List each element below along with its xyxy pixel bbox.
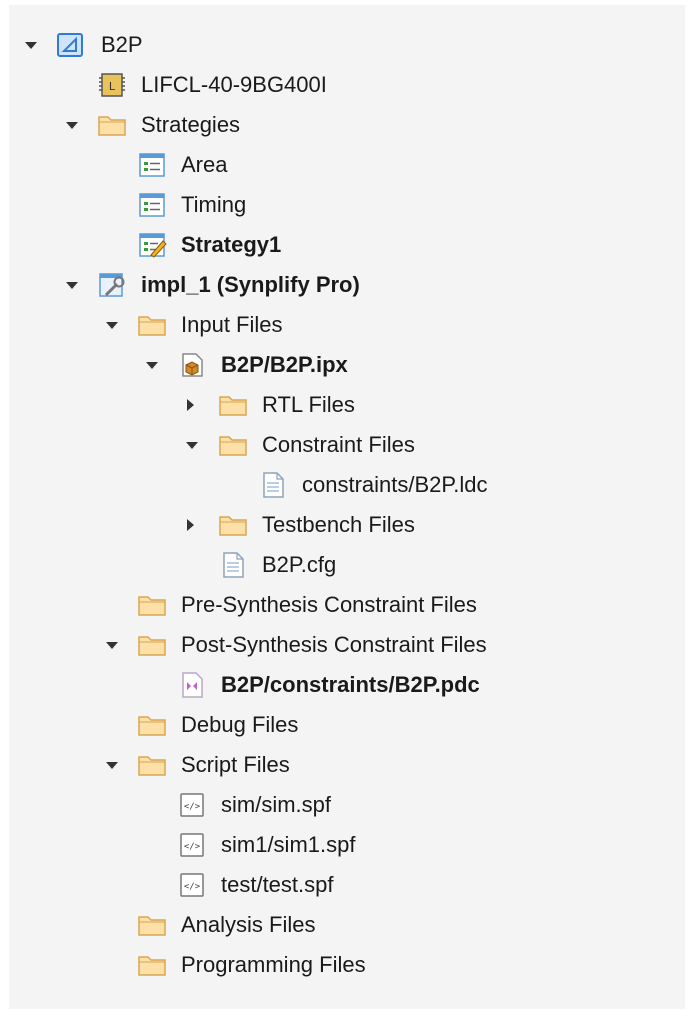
folder-icon [137, 712, 167, 738]
tree-item-label: Strategy1 [181, 232, 282, 257]
tree-item-input-files[interactable]: Input Files [0, 305, 691, 345]
pdc-file-icon [177, 672, 207, 698]
expand-arrow-icon[interactable] [102, 635, 122, 655]
tree-item-label: RTL Files [262, 392, 355, 417]
folder-icon [137, 592, 167, 618]
expand-arrow-icon[interactable] [62, 275, 82, 295]
tree-item-device[interactable]: LIFCL-40-9BG400I [0, 65, 691, 105]
tree-item-strategy-timing[interactable]: Timing [0, 185, 691, 225]
project-icon [55, 32, 85, 58]
tree-item-strategy-area[interactable]: Area [0, 145, 691, 185]
folder-icon [137, 912, 167, 938]
strategy-icon [137, 152, 167, 178]
tree-item-programming-files[interactable]: Programming Files [0, 945, 691, 985]
tree-item-label: test/test.spf [221, 872, 334, 897]
tree-item-label: Programming Files [181, 952, 366, 977]
tree-item-label: Testbench Files [262, 512, 415, 537]
tree-item-label: Strategies [141, 112, 241, 137]
tree-item-label: B2P.cfg [262, 552, 337, 577]
strategy-active-icon [137, 232, 167, 258]
tree-item-label: constraints/B2P.ldc [302, 472, 488, 497]
document-icon [258, 472, 288, 498]
tree-item-label: sim/sim.spf [221, 792, 331, 817]
tree-item-label: Constraint Files [262, 432, 415, 457]
tree-item-label: Script Files [181, 752, 290, 777]
folder-icon [137, 752, 167, 778]
document-icon [218, 552, 248, 578]
collapse-arrow-icon[interactable] [180, 515, 200, 535]
tree-item-script-files[interactable]: Script Files [0, 745, 691, 785]
tree-item-label: B2P [101, 32, 143, 57]
expand-arrow-icon[interactable] [182, 435, 202, 455]
tree-item-label: B2P/constraints/B2P.pdc [221, 672, 480, 697]
tree-item-label: Debug Files [181, 712, 299, 737]
tree-item-strategies[interactable]: Strategies [0, 105, 691, 145]
tree-item-label: Pre-Synthesis Constraint Files [181, 592, 477, 617]
folder-icon [218, 392, 248, 418]
tree-item-label: impl_1 (Synplify Pro) [141, 272, 360, 297]
tree-item-cfg[interactable]: B2P.cfg [0, 545, 691, 585]
tree-item-label: sim1/sim1.spf [221, 832, 356, 857]
chip-icon [97, 72, 127, 98]
folder-icon [137, 632, 167, 658]
tree-item-debug-files[interactable]: Debug Files [0, 705, 691, 745]
folder-icon [137, 952, 167, 978]
tree-item-ldc[interactable]: constraints/B2P.ldc [0, 465, 691, 505]
tree-item-test-spf[interactable]: test/test.spf [0, 865, 691, 905]
tree-item-constraint-files[interactable]: Constraint Files [0, 425, 691, 465]
tree-item-label: Area [181, 152, 228, 177]
tree-item-label: Post-Synthesis Constraint Files [181, 632, 487, 657]
tree-item-label: Timing [181, 192, 247, 217]
tree-item-label: Analysis Files [181, 912, 316, 937]
script-file-icon [177, 792, 207, 818]
folder-icon [97, 112, 127, 138]
implementation-icon [97, 272, 127, 298]
tree-item-pre-synthesis[interactable]: Pre-Synthesis Constraint Files [0, 585, 691, 625]
tree-item-sim1-spf[interactable]: sim1/sim1.spf [0, 825, 691, 865]
script-file-icon [177, 872, 207, 898]
ip-package-icon [177, 352, 207, 378]
tree-item-analysis-files[interactable]: Analysis Files [0, 905, 691, 945]
tree-item-pdc[interactable]: B2P/constraints/B2P.pdc [0, 665, 691, 705]
folder-icon [137, 312, 167, 338]
tree-item-ipx[interactable]: B2P/B2P.ipx [0, 345, 691, 385]
tree-item-label: Input Files [181, 312, 283, 337]
expand-arrow-icon[interactable] [102, 315, 122, 335]
collapse-arrow-icon[interactable] [180, 395, 200, 415]
folder-icon [218, 512, 248, 538]
expand-arrow-icon[interactable] [142, 355, 162, 375]
tree-item-label: LIFCL-40-9BG400I [141, 72, 327, 97]
tree-item-implementation[interactable]: impl_1 (Synplify Pro) [0, 265, 691, 305]
tree-item-project[interactable]: B2P [0, 25, 691, 65]
expand-arrow-icon[interactable] [102, 755, 122, 775]
tree-item-testbench-files[interactable]: Testbench Files [0, 505, 691, 545]
strategy-icon [137, 192, 167, 218]
project-tree: B2P LIFCL-40-9BG400I Strategies Area Tim… [0, 0, 691, 1014]
tree-item-sim-spf[interactable]: sim/sim.spf [0, 785, 691, 825]
expand-arrow-icon[interactable] [62, 115, 82, 135]
tree-item-post-synthesis[interactable]: Post-Synthesis Constraint Files [0, 625, 691, 665]
tree-item-label: B2P/B2P.ipx [221, 352, 348, 377]
tree-item-rtl-files[interactable]: RTL Files [0, 385, 691, 425]
expand-arrow-icon[interactable] [21, 35, 41, 55]
folder-icon [218, 432, 248, 458]
script-file-icon [177, 832, 207, 858]
tree-item-strategy1[interactable]: Strategy1 [0, 225, 691, 265]
